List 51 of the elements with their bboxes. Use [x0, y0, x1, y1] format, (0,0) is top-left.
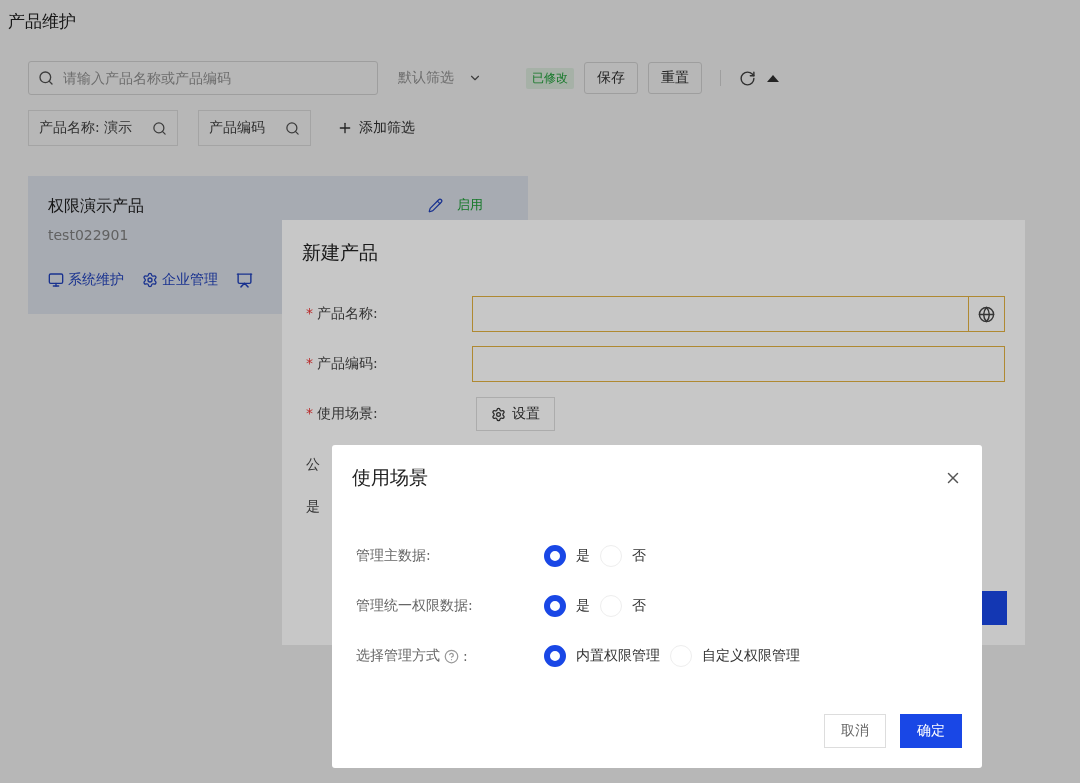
colon: :	[463, 648, 468, 664]
radio-option[interactable]: 是	[544, 595, 590, 617]
search-field[interactable]: 请输入产品名称或产品编码	[28, 61, 378, 95]
refresh-icon[interactable]	[739, 69, 756, 87]
search-icon	[38, 70, 54, 86]
add-filter-button[interactable]: 添加筛选	[331, 118, 422, 138]
radio-button[interactable]	[544, 545, 566, 567]
settings-button[interactable]: 设置	[476, 397, 555, 431]
form-label: 产品编码:	[317, 355, 378, 371]
required-mark: *	[306, 405, 313, 421]
form-label: 使用场景:	[317, 405, 378, 421]
chart-icon[interactable]	[236, 271, 253, 289]
radio-option[interactable]: 是	[544, 545, 590, 567]
radio-option[interactable]: 内置权限管理	[544, 645, 660, 667]
radio-option[interactable]: 否	[600, 595, 646, 617]
gear-icon	[491, 406, 506, 422]
page-title: 产品维护	[8, 10, 77, 33]
status-text: 启用	[457, 196, 483, 214]
form-label: 管理主数据:	[356, 547, 431, 565]
form-label: 管理统一权限数据:	[356, 597, 473, 615]
toolbar-button[interactable]: 保存	[584, 62, 638, 94]
toolbar-button[interactable]: 重置	[648, 62, 702, 94]
help-icon[interactable]	[444, 648, 459, 664]
confirm-button[interactable]: 确定	[900, 714, 962, 748]
filter-field[interactable]: 产品编码	[198, 110, 312, 146]
input-field[interactable]	[472, 346, 1005, 382]
search-icon	[152, 120, 168, 136]
card-link[interactable]: 系统维护	[48, 271, 124, 289]
form-label: 选择管理方式	[356, 647, 440, 665]
radio-option[interactable]: 否	[600, 545, 646, 567]
radio-option[interactable]: 自定义权限管理	[670, 645, 800, 667]
form-label: 是	[305, 498, 321, 516]
edit-icon[interactable]	[428, 197, 443, 213]
dialog-title: 新建产品	[302, 240, 379, 265]
radio-button[interactable]	[544, 595, 566, 617]
dialog-title: 使用场景	[352, 465, 428, 490]
filter-field[interactable]: 产品名称: 演示	[28, 110, 179, 146]
search-icon	[285, 120, 301, 136]
required-mark: *	[306, 355, 313, 371]
radio-button[interactable]	[544, 645, 566, 667]
collapse-icon[interactable]	[766, 73, 780, 83]
modified-tag: 已修改	[526, 67, 574, 89]
product-code: test022901	[48, 227, 130, 243]
cancel-button[interactable]: 取消	[824, 714, 886, 748]
gear-icon	[142, 272, 158, 288]
input-field[interactable]	[472, 296, 1005, 332]
form-label: 公	[305, 456, 321, 474]
monitor-icon	[48, 272, 64, 288]
card-link[interactable]: 企业管理	[142, 271, 218, 289]
globe-icon	[978, 305, 995, 323]
product-name: 权限演示产品	[48, 196, 144, 217]
